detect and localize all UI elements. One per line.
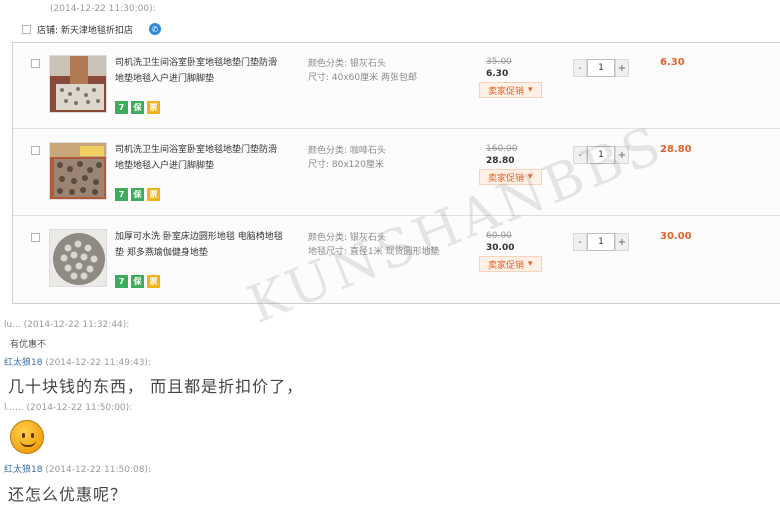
guarantee-icon[interactable]: 保 — [131, 275, 144, 288]
qty-decrease-button[interactable]: - — [573, 146, 587, 164]
message-timestamp: (2014-12-22 11:30:00): — [50, 4, 156, 14]
shop-name[interactable]: 店铺: 新天津地毯折扣店 — [37, 23, 133, 36]
product-props: 颜色分类: 咖啡石头 尺寸: 80x120厘米 — [308, 144, 386, 172]
cart-item: 司机洗卫生间浴室卧室地毯地垫门垫防滑地垫地毯入户进门脚脚垫 7 保 票 颜色分类… — [13, 43, 780, 129]
sender-name: lu... — [4, 320, 21, 330]
promo-label: 卖家促销 — [488, 260, 525, 271]
shop-checkbox[interactable] — [22, 24, 31, 34]
quantity-stepper: - 1 + — [573, 146, 629, 164]
invoice-icon[interactable]: 票 — [147, 188, 160, 201]
item-total: 28.80 — [660, 144, 692, 155]
size-prop: 尺寸: 40x60厘米 两张包邮 — [308, 73, 417, 83]
seven-day-return-icon[interactable]: 7 — [115, 188, 128, 201]
item-checkbox[interactable] — [31, 233, 40, 242]
chat-bubble-icon[interactable]: ✆ — [148, 23, 161, 35]
qty-input[interactable]: 1 — [587, 233, 615, 251]
caret-down-icon: ▾ — [528, 259, 533, 269]
qty-increase-button[interactable]: + — [615, 59, 629, 77]
seven-day-return-icon[interactable]: 7 — [115, 101, 128, 114]
seller-promo-dropdown[interactable]: 卖家促销 ▾ — [479, 256, 542, 272]
chat-message-header: lu... (2014-12-22 11:32:44): — [4, 320, 129, 330]
sender-name[interactable]: 红太狼18 — [4, 358, 42, 368]
cart-item: 司机洗卫生间浴室卧室地毯地垫门垫防滑地垫地毯入户进门脚脚垫 7 保 票 颜色分类… — [13, 130, 780, 216]
shop-header: 店铺: 新天津地毯折扣店 ✆ — [22, 20, 161, 38]
seller-promo-dropdown[interactable]: 卖家促销 ▾ — [479, 169, 542, 185]
item-checkbox[interactable] — [31, 146, 40, 155]
sender-name: l...... — [4, 403, 24, 413]
original-price: 160.00 — [486, 144, 518, 154]
qty-input[interactable]: 1 — [587, 59, 615, 77]
product-thumbnail[interactable] — [49, 55, 107, 113]
quantity-stepper: - 1 + — [573, 59, 629, 77]
quantity-stepper: - 1 + — [573, 233, 629, 251]
color-prop: 颜色分类: 银灰石头 — [308, 233, 386, 243]
cart-list: 司机洗卫生间浴室卧室地毯地垫门垫防滑地垫地毯入户进门脚脚垫 7 保 票 颜色分类… — [12, 42, 780, 304]
product-thumbnail[interactable] — [49, 142, 107, 200]
caret-down-icon: ▾ — [528, 85, 533, 95]
seven-day-return-icon[interactable]: 7 — [115, 275, 128, 288]
product-title[interactable]: 司机洗卫生间浴室卧室地毯地垫门垫防滑地垫地毯入户进门脚脚垫 — [115, 142, 285, 174]
item-checkbox[interactable] — [31, 59, 40, 68]
product-title[interactable]: 加厚可水洗 卧室床边圆形地毯 电脑椅地毯垫 郑多燕瑜伽健身地垫 — [115, 229, 285, 261]
cart-item: 加厚可水洗 卧室床边圆形地毯 电脑椅地毯垫 郑多燕瑜伽健身地垫 7 保 票 颜色… — [13, 217, 780, 303]
message-timestamp: (2014-12-22 11:50:00): — [26, 403, 133, 413]
invoice-icon[interactable]: 票 — [147, 275, 160, 288]
qty-increase-button[interactable]: + — [615, 146, 629, 164]
chat-message-header: 红太狼18 (2014-12-22 11:49:43): — [4, 355, 151, 368]
invoice-icon[interactable]: 票 — [147, 101, 160, 114]
promo-label: 卖家促销 — [488, 86, 525, 97]
product-props: 颜色分类: 银灰石头 地毯尺寸: 直径1米 现货圆形地垫 — [308, 231, 439, 259]
product-props: 颜色分类: 银灰石头 尺寸: 40x60厘米 两张包邮 — [308, 57, 417, 85]
message-timestamp: (2014-12-22 11:32:44): — [23, 320, 130, 330]
message-timestamp: (2014-12-22 11:49:43): — [45, 358, 151, 368]
product-thumbnail[interactable] — [49, 229, 107, 287]
qty-input[interactable]: 1 — [587, 146, 615, 164]
chat-message-text: 有优惠不 — [10, 340, 47, 350]
smiley-emoticon-icon — [10, 420, 44, 454]
discount-price: 28.80 — [486, 156, 515, 166]
product-title[interactable]: 司机洗卫生间浴室卧室地毯地垫门垫防滑地垫地毯入户进门脚脚垫 — [115, 55, 285, 87]
item-total: 6.30 — [660, 57, 685, 68]
caret-down-icon: ▾ — [528, 172, 533, 182]
sender-name[interactable]: 红太狼18 — [4, 465, 42, 475]
guarantee-icon[interactable]: 保 — [131, 188, 144, 201]
service-badges: 7 保 票 — [115, 188, 160, 201]
promo-label: 卖家促销 — [488, 173, 525, 184]
chat-message-header: l...... (2014-12-22 11:50:00): — [4, 403, 132, 413]
color-prop: 颜色分类: 咖啡石头 — [308, 146, 386, 156]
color-prop: 颜色分类: 银灰石头 — [308, 59, 386, 69]
service-badges: 7 保 票 — [115, 101, 160, 114]
discount-price: 30.00 — [486, 243, 515, 253]
seller-promo-dropdown[interactable]: 卖家促销 ▾ — [479, 82, 542, 98]
size-prop: 地毯尺寸: 直径1米 现货圆形地垫 — [308, 247, 440, 257]
chat-message-text: 几十块钱的东西， 而且都是折扣价了， — [8, 377, 304, 396]
discount-price: 6.30 — [486, 69, 509, 79]
message-timestamp: (2014-12-22 11:50:08): — [45, 465, 151, 475]
guarantee-icon[interactable]: 保 — [131, 101, 144, 114]
original-price: 60.00 — [486, 231, 512, 241]
original-price: 35.00 — [486, 57, 512, 67]
chat-message-header: 红太狼18 (2014-12-22 11:50:08): — [4, 462, 151, 475]
chat-message-text: 还怎么优惠呢？ — [8, 485, 128, 504]
item-total: 30.00 — [660, 231, 692, 242]
qty-decrease-button[interactable]: - — [573, 59, 587, 77]
size-prop: 尺寸: 80x120厘米 — [308, 160, 384, 170]
qty-decrease-button[interactable]: - — [573, 233, 587, 251]
qty-increase-button[interactable]: + — [615, 233, 629, 251]
service-badges: 7 保 票 — [115, 275, 160, 288]
